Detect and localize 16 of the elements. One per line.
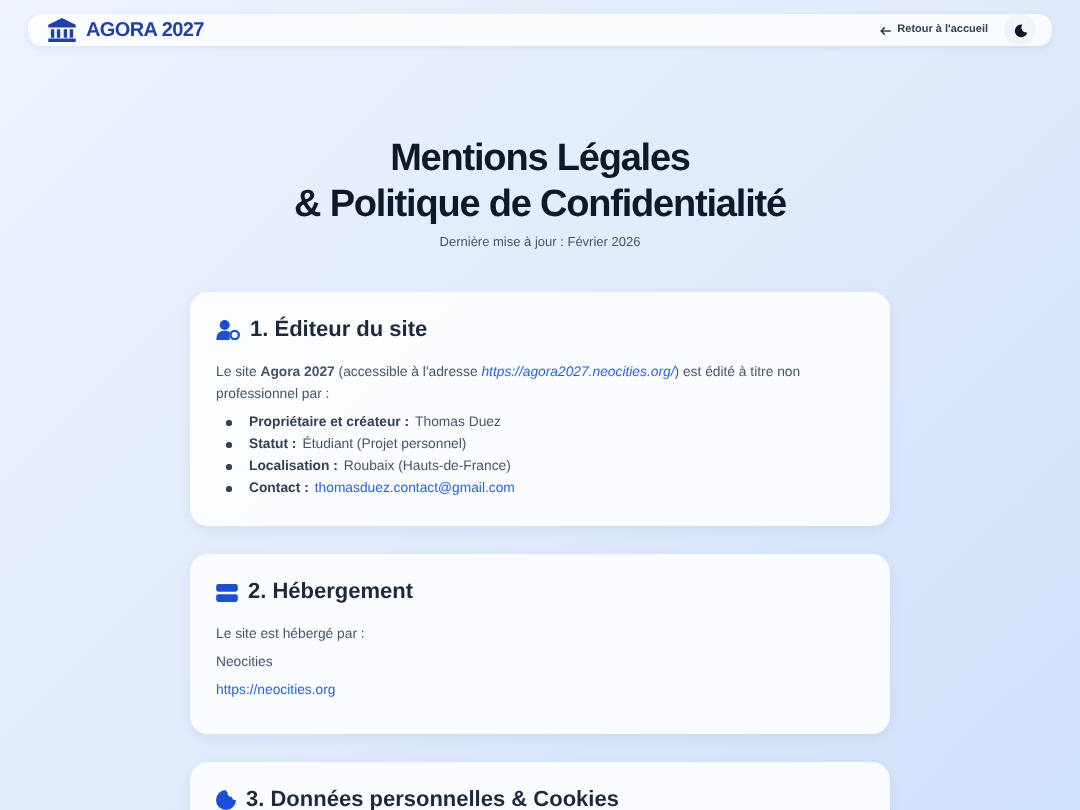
user-gear-icon — [216, 320, 240, 340]
bank-icon — [48, 18, 76, 42]
server-icon — [216, 583, 238, 601]
section-heading: 1. Éditeur du site — [250, 318, 428, 342]
bullet-icon — [226, 442, 231, 448]
cookie-icon — [216, 790, 236, 810]
brand-name[interactable]: AGORA 2027 — [86, 19, 204, 41]
arrow-left-icon — [879, 25, 892, 35]
theme-toggle-button[interactable] — [1004, 14, 1036, 46]
page-title: Mentions Légales & Politique de Confidentialité — [294, 136, 786, 228]
bullet-icon — [226, 464, 231, 470]
moon-icon — [1013, 23, 1027, 37]
bullet-icon — [226, 486, 231, 492]
section-heading: 3. Données personnelles & Cookies — [246, 788, 619, 810]
section-heading: 2. Hébergement — [248, 580, 414, 604]
bullet-icon — [226, 420, 231, 426]
